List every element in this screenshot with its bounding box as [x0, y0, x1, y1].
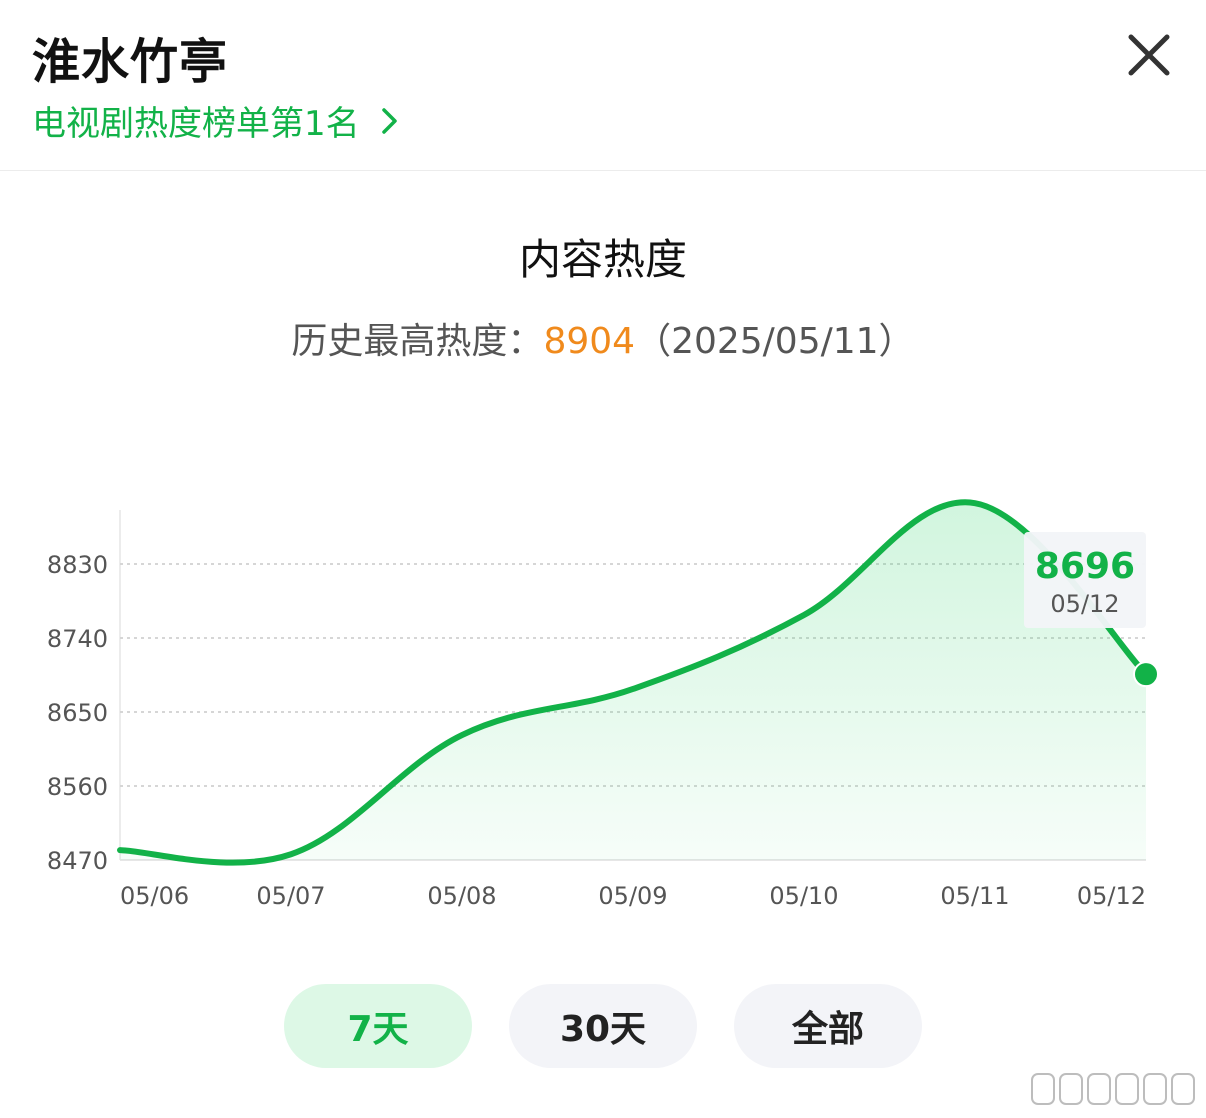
x-tick-label: 05/10 [769, 882, 838, 910]
y-tick-label: 8650 [47, 699, 108, 727]
peak-date: （2025/05/11） [635, 321, 915, 362]
y-tick-label: 8830 [47, 551, 108, 579]
close-icon[interactable] [1120, 26, 1178, 84]
range-tabs: 7天 30天 全部 [0, 984, 1206, 1068]
x-tick-label: 05/06 [120, 882, 189, 910]
x-tick-label: 05/09 [598, 882, 667, 910]
heat-chart[interactable]: 8470 8560 8650 8740 8830 05/06 05/07 05/08 05/09… [0, 470, 1206, 930]
peak-value: 8904 [543, 321, 636, 362]
y-tick-label: 8740 [47, 625, 108, 653]
y-tick-label: 8470 [47, 847, 108, 875]
series-area [120, 502, 1146, 863]
tab-all[interactable]: 全部 [734, 984, 922, 1068]
last-point-marker[interactable] [1133, 661, 1159, 688]
header: 淮水竹亭 电视剧热度榜单第1名 [0, 0, 1206, 171]
x-tick-label: 05/08 [427, 882, 496, 910]
x-tick-label: 05/07 [256, 882, 325, 910]
tooltip-value: 8696 [1035, 546, 1135, 587]
peak-label: 历史最高热度： [291, 321, 544, 362]
x-tick-label: 05/11 [940, 882, 1009, 910]
chevron-right-icon [381, 107, 397, 134]
y-tick-label: 8560 [47, 773, 108, 801]
section-title: 内容热度 [518, 235, 687, 284]
tooltip-date: 05/12 [1050, 590, 1119, 618]
x-tick-label: 05/12 [1077, 882, 1146, 910]
rank-link-label: 电视剧热度榜单第1名 [32, 104, 360, 144]
detail-sheet: 淮水竹亭 电视剧热度榜单第1名 内容热度 历史最高热度：8904（2025/05… [0, 0, 1206, 1118]
page-title: 淮水竹亭 [32, 34, 229, 90]
tab-7-days[interactable]: 7天 [284, 984, 472, 1068]
watermark-icon [1031, 1073, 1195, 1105]
tab-30-days[interactable]: 30天 [509, 984, 697, 1068]
rank-link[interactable]: 电视剧热度榜单第1名 [32, 96, 404, 145]
peak-heat: 历史最高热度：8904（2025/05/11） [0, 312, 1206, 364]
